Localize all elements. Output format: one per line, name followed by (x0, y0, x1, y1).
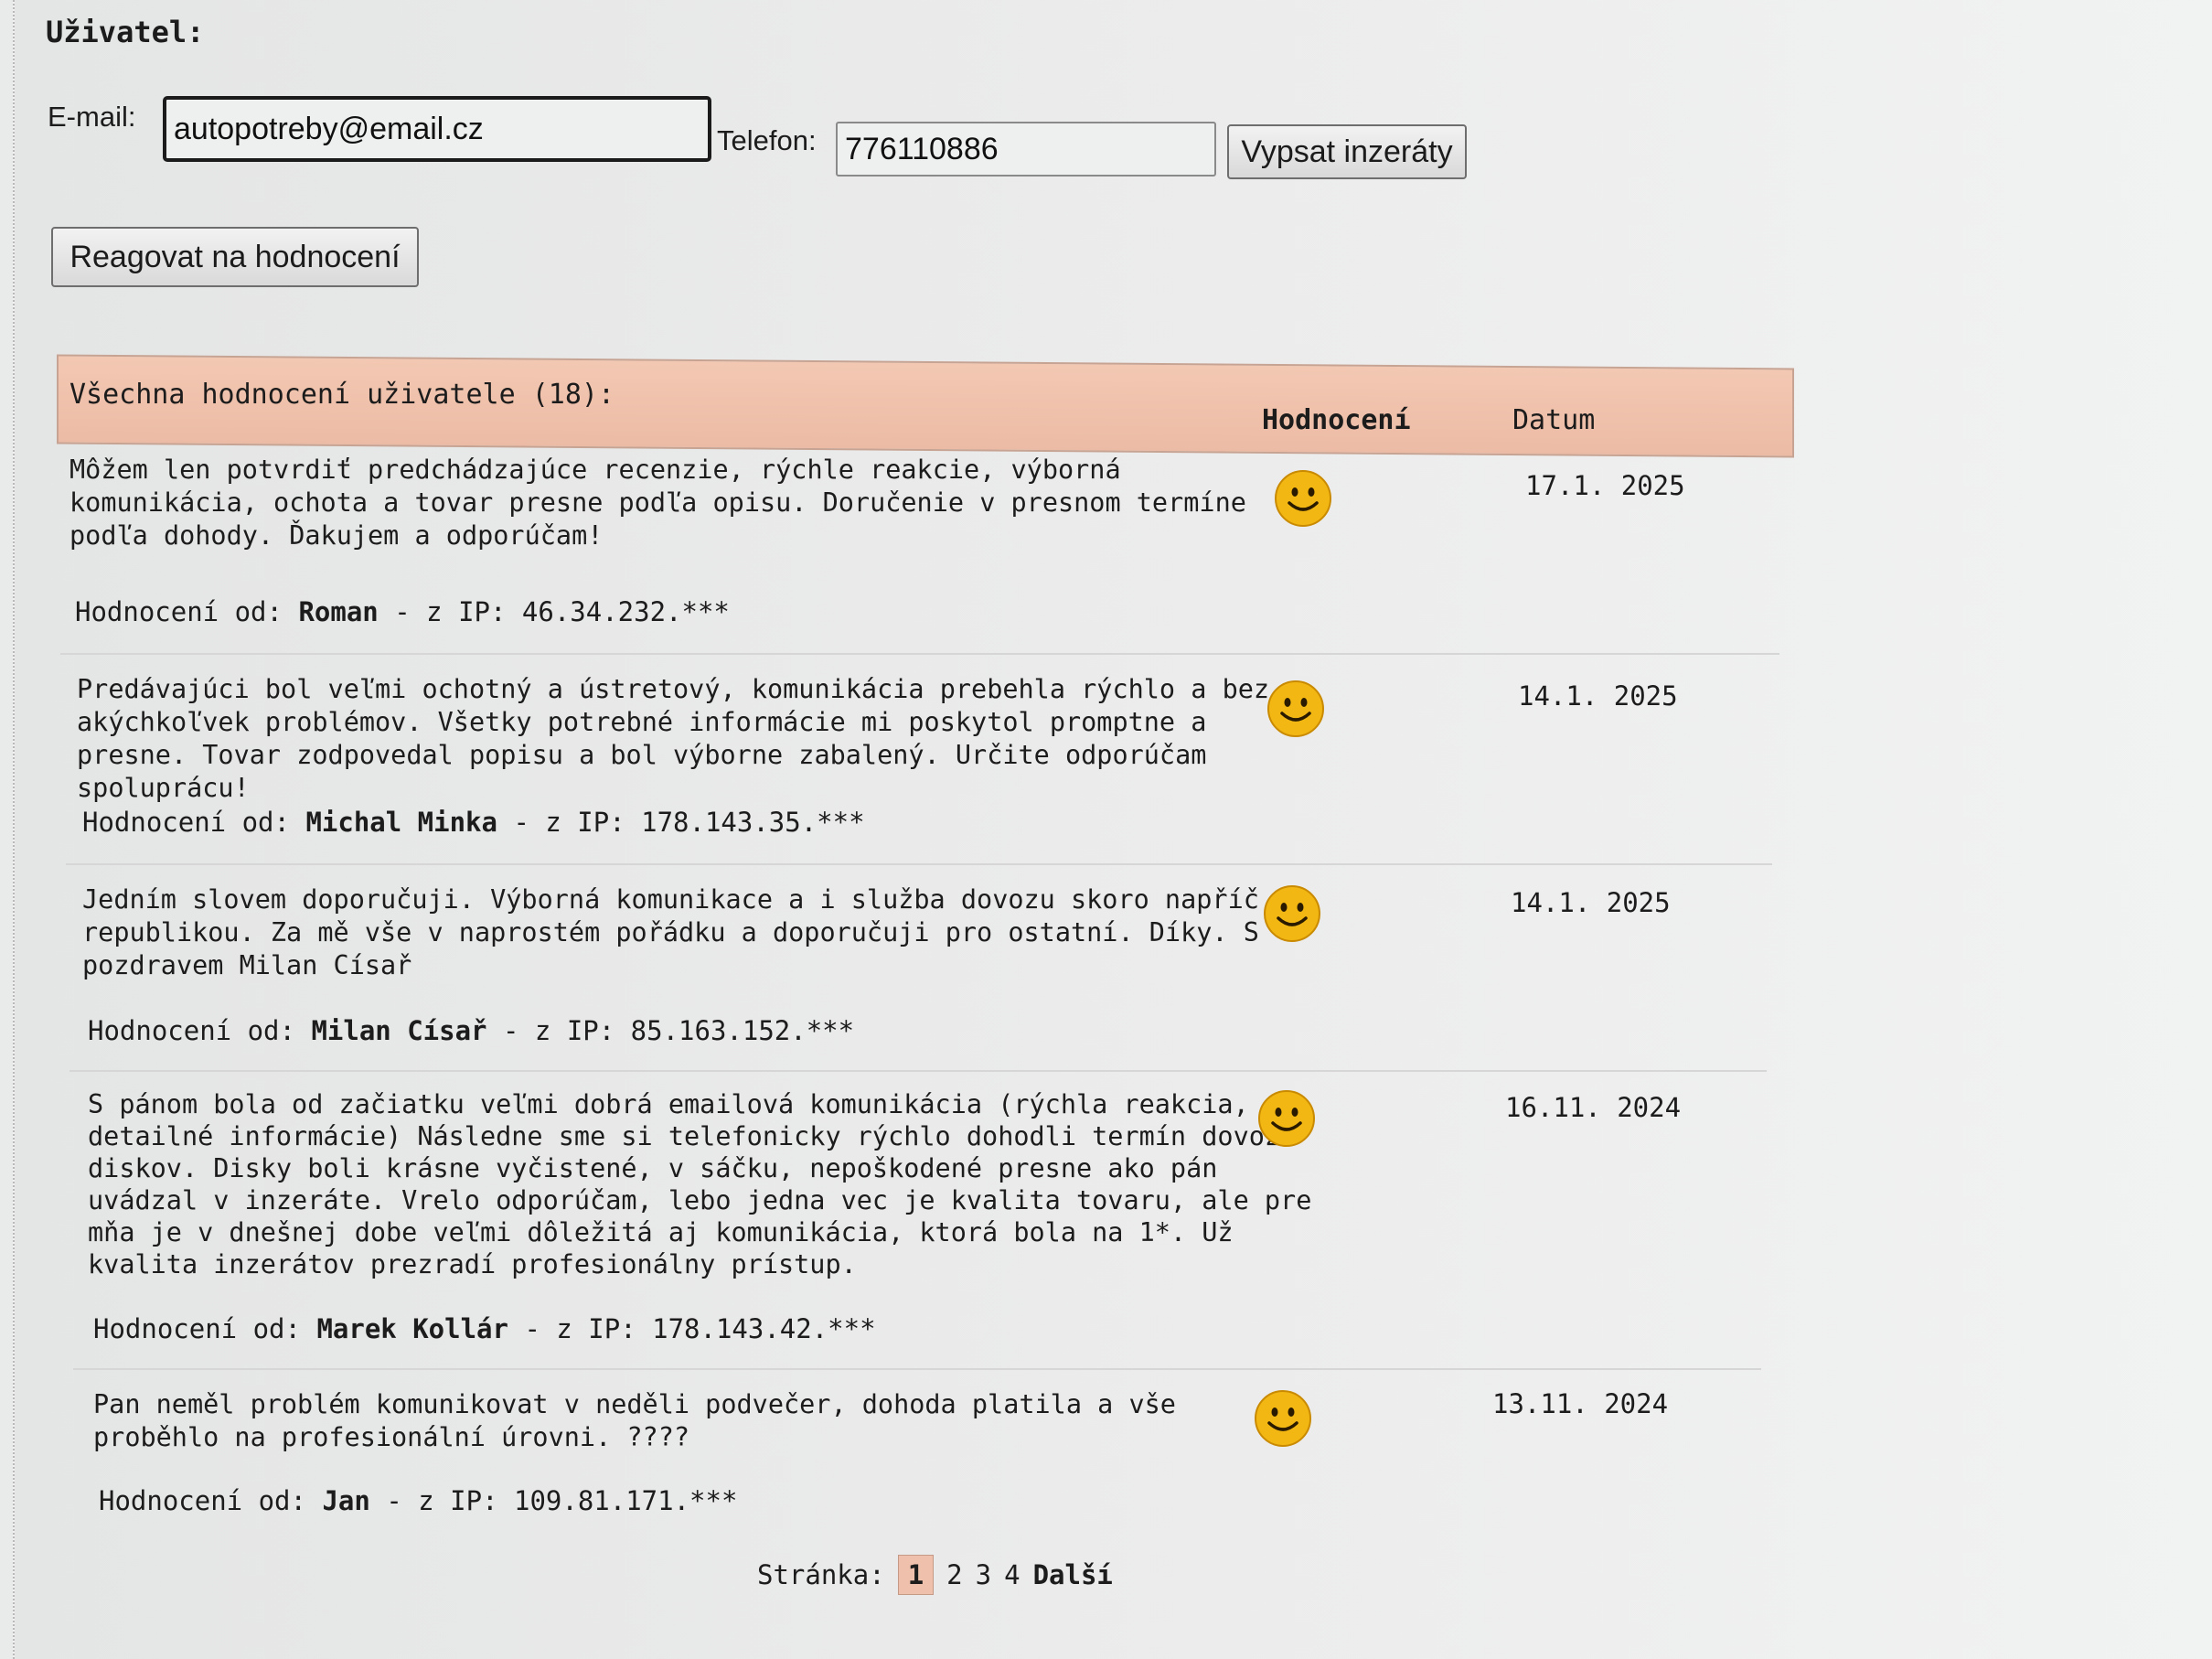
email-field[interactable]: autopotreby@email.cz (163, 96, 711, 162)
smiley-icon (1275, 470, 1331, 527)
author-prefix: Hodnocení od: (93, 1313, 301, 1344)
review-ip: 85.163.152.*** (630, 1015, 855, 1046)
respond-to-rating-button[interactable]: Reagovat na hodnocení (51, 227, 419, 287)
review-divider (60, 653, 1779, 655)
review-author: Milan Císař (311, 1015, 487, 1046)
review-author: Roman (298, 596, 379, 627)
author-prefix: Hodnocení od: (82, 807, 290, 838)
ip-prefix: - z IP: (394, 596, 507, 627)
review-date: 16.11. 2024 (1505, 1092, 1682, 1123)
author-prefix: Hodnocení od: (88, 1015, 295, 1046)
phone-field[interactable]: 776110886 (836, 122, 1216, 177)
review-ip: 46.34.232.*** (521, 596, 730, 627)
review-date: 14.1. 2025 (1511, 887, 1671, 918)
author-prefix: Hodnocení od: (75, 596, 283, 627)
review-ip: 178.143.42.*** (652, 1313, 876, 1344)
column-header-date: Datum (1512, 404, 1596, 436)
review-text: Jedním slovem doporučuji. Výborná komuni… (82, 884, 1259, 980)
review-text: S pánom bola od začiatku veľmi dobrá ema… (88, 1089, 1312, 1279)
review-ip: 178.143.35.*** (641, 807, 865, 838)
phone-label: Telefon: (717, 124, 817, 156)
email-label: E-mail: (48, 101, 136, 133)
review-divider (66, 863, 1772, 865)
list-listings-button[interactable]: Vypsat inzeráty (1227, 124, 1467, 179)
page-link-2[interactable]: 2 (946, 1559, 962, 1590)
page-link-4[interactable]: 4 (1004, 1559, 1020, 1590)
author-prefix: Hodnocení od: (99, 1485, 306, 1516)
page-link-current[interactable]: 1 (897, 1555, 935, 1595)
review-author-line: Hodnocení od: Jan - z IP: 109.81.171.*** (99, 1485, 737, 1516)
review-author-line: Hodnocení od: Marek Kollár - z IP: 178.1… (93, 1313, 876, 1344)
review-text: Pan neměl problém komunikovat v neděli p… (93, 1389, 1176, 1452)
ip-prefix: - z IP: (386, 1485, 498, 1516)
review-date: 13.11. 2024 (1492, 1388, 1669, 1419)
smiley-icon (1258, 1090, 1315, 1147)
review-date: 17.1. 2025 (1525, 470, 1685, 501)
pagination: Stránka: 1 2 3 4 Další (757, 1555, 1126, 1595)
pagination-label: Stránka: (757, 1559, 885, 1590)
review-ip: 109.81.171.*** (514, 1485, 738, 1516)
review-author: Michal Minka (305, 807, 497, 838)
review-author: Marek Kollár (316, 1313, 508, 1344)
review-author-line: Hodnocení od: Roman - z IP: 46.34.232.**… (75, 596, 730, 627)
smiley-icon (1267, 680, 1324, 737)
column-header-rating: Hodnocení (1262, 404, 1411, 436)
user-heading: Uživatel: (46, 15, 205, 49)
ratings-title: Všechna hodnocení uživatele (18): (69, 379, 615, 411)
ip-prefix: - z IP: (524, 1313, 636, 1344)
page-link-3[interactable]: 3 (976, 1559, 991, 1590)
smiley-icon (1264, 885, 1320, 942)
review-divider (69, 1070, 1767, 1072)
review-date: 14.1. 2025 (1518, 680, 1678, 712)
review-author-line: Hodnocení od: Milan Císař - z IP: 85.163… (88, 1015, 854, 1046)
review-text: Predávajúci bol veľmi ochotný a ústretov… (77, 674, 1270, 803)
ip-prefix: - z IP: (502, 1015, 615, 1046)
next-page-link[interactable]: Další (1033, 1559, 1113, 1590)
ip-prefix: - z IP: (513, 807, 625, 838)
review-divider (73, 1368, 1761, 1370)
review-text: Môžem len potvrdiť predchádzajúce recenz… (69, 455, 1246, 551)
review-author-line: Hodnocení od: Michal Minka - z IP: 178.1… (82, 807, 865, 838)
smiley-icon (1255, 1390, 1311, 1447)
review-author: Jan (322, 1485, 370, 1516)
user-ratings-page: Uživatel: E-mail: autopotreby@email.cz T… (13, 0, 2212, 1659)
